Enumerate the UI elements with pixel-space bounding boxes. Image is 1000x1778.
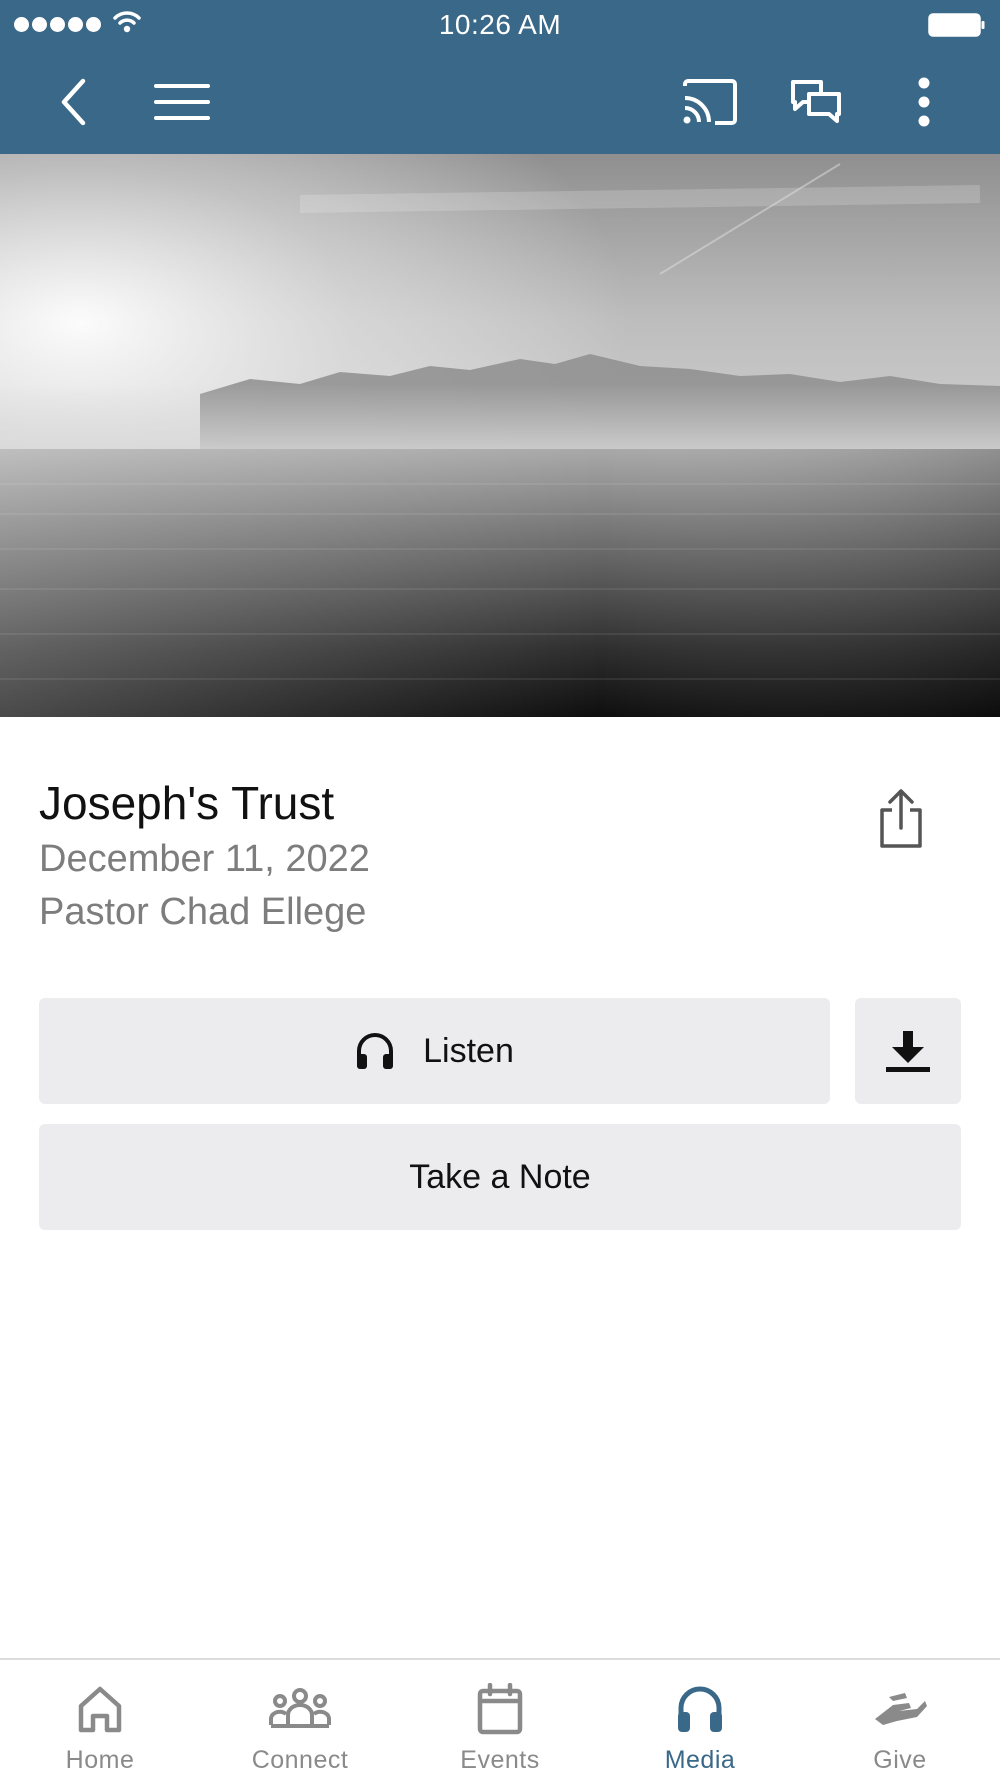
sermon-speaker: Pastor Chad Ellege [39,891,367,933]
home-icon [78,1686,122,1733]
tab-home-label: Home [65,1746,135,1774]
sermon-hero-image [0,154,1000,717]
take-note-label: Take a Note [409,1157,591,1196]
group-icon [269,1688,331,1728]
share-button[interactable] [870,784,932,854]
chat-button[interactable] [786,72,846,132]
app-bar [0,50,1000,154]
listen-button[interactable]: Listen [39,998,830,1104]
chevron-left-icon [61,78,86,126]
tab-events[interactable]: Events [400,1660,600,1778]
headphones-icon [357,1033,394,1069]
tab-media[interactable]: Media [600,1660,800,1778]
menu-button[interactable] [152,72,212,132]
tab-give[interactable]: Give [800,1660,1000,1778]
tab-events-label: Events [460,1746,540,1774]
bottom-tab-bar: Home Connect Events Media Give [0,1658,1000,1778]
sermon-date: December 11, 2022 [39,838,370,880]
calendar-icon [477,1683,523,1735]
tab-connect[interactable]: Connect [200,1660,400,1778]
battery-icon [928,13,985,37]
giving-hand-icon [875,1693,927,1725]
share-icon [880,789,922,848]
tab-home[interactable]: Home [0,1660,200,1778]
back-button[interactable] [44,72,104,132]
cast-button[interactable] [680,72,740,132]
download-button[interactable] [855,998,961,1104]
chat-bubbles-icon [791,80,841,123]
hamburger-icon [154,84,210,120]
tab-media-label: Media [664,1746,736,1774]
status-bar: 10:26 AM [0,0,1000,50]
tab-give-label: Give [873,1746,927,1774]
more-vertical-icon [918,77,930,127]
sermon-title: Joseph's Trust [39,777,335,829]
tab-connect-label: Connect [251,1746,349,1774]
download-icon [886,1031,930,1072]
take-note-button[interactable]: Take a Note [39,1124,961,1230]
headphones-icon [678,1686,722,1732]
status-time: 10:26 AM [438,9,562,40]
listen-label: Listen [423,1031,514,1070]
more-options-button[interactable] [894,72,954,132]
cast-icon [683,79,737,125]
